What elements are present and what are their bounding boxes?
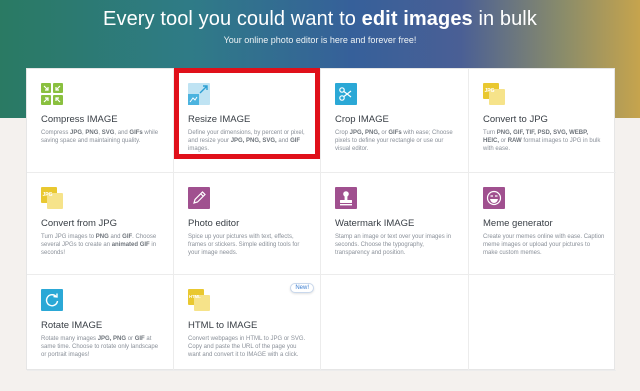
svg-text:HTML: HTML [189,294,201,299]
hero-subtitle: Your online photo editor is here and for… [223,35,417,45]
tool-card-convert-from-jpg[interactable]: JPG Convert from JPG Turn JPG images to … [27,173,174,275]
tool-title: Convert to JPG [483,114,548,125]
resize-icon [188,83,210,105]
tool-card-convert-to-jpg[interactable]: JPG Convert to JPG Turn PNG, GIF, TIF, P… [469,69,616,173]
watermark-icon [335,187,357,209]
new-badge: New! [290,283,314,293]
tool-title: Rotate IMAGE [41,320,103,331]
tool-description: Stamp an image or text over your images … [335,234,452,257]
crop-icon [335,83,357,105]
tool-description: Turn PNG, GIF, TIF, PSD, SVG, WEBP, HEIC… [483,130,601,153]
tool-title: Watermark IMAGE [335,218,415,229]
empty-cell [469,275,616,371]
tool-card-crop[interactable]: Crop IMAGE Crop JPG, PNG, or GIFs with e… [321,69,469,173]
tool-description: Rotate many images JPG, PNG or GIF at sa… [41,336,159,359]
tool-description: Spice up your pictures with text, effect… [188,234,300,257]
tool-card-html-to-image[interactable]: New! HTML HTML to IMAGE Convert webpages… [174,275,321,371]
empty-cell [321,275,469,371]
compress-icon [41,83,63,105]
svg-text:JPG: JPG [43,192,53,198]
tool-description: Convert webpages in HTML to JPG or SVG. … [188,336,306,359]
svg-text:JPG: JPG [485,88,495,94]
tool-title: Convert from JPG [41,218,118,229]
tool-description: Create your memes online with ease. Capt… [483,234,605,257]
convert-to-jpg-icon: JPG [483,83,505,105]
tool-description: Crop JPG, PNG, or GIFs with ease; Choose… [335,130,453,153]
tool-title: Photo editor [188,218,240,229]
tool-title: HTML to IMAGE [188,320,258,331]
tools-grid: Compress IMAGE Compress JPG, PNG, SVG, a… [26,68,616,371]
tool-card-rotate[interactable]: Rotate IMAGE Rotate many images JPG, PNG… [27,275,174,371]
convert-from-jpg-icon: JPG [41,187,63,209]
tool-description: Turn JPG images to PNG and GIF. Choose s… [41,234,157,257]
tool-card-meme-generator[interactable]: Meme generator Create your memes online … [469,173,616,275]
tool-title: Crop IMAGE [335,114,389,125]
tool-card-resize[interactable]: Resize IMAGE Define your dimensions, by … [174,69,321,173]
tool-title: Resize IMAGE [188,114,251,125]
tool-card-photo-editor[interactable]: Photo editor Spice up your pictures with… [174,173,321,275]
tool-title: Meme generator [483,218,553,229]
tool-description: Compress JPG, PNG, SVG, and GIFs while s… [41,130,159,145]
meme-icon [483,187,505,209]
photo-editor-icon [188,187,210,209]
tool-card-watermark[interactable]: Watermark IMAGE Stamp an image or text o… [321,173,469,275]
html-icon: HTML [188,289,210,311]
rotate-icon [41,289,63,311]
hero-title: Every tool you could want to edit images… [103,8,537,30]
tool-title: Compress IMAGE [41,114,118,125]
tool-card-compress[interactable]: Compress IMAGE Compress JPG, PNG, SVG, a… [27,69,174,173]
tool-description: Define your dimensions, by percent or pi… [188,130,305,153]
